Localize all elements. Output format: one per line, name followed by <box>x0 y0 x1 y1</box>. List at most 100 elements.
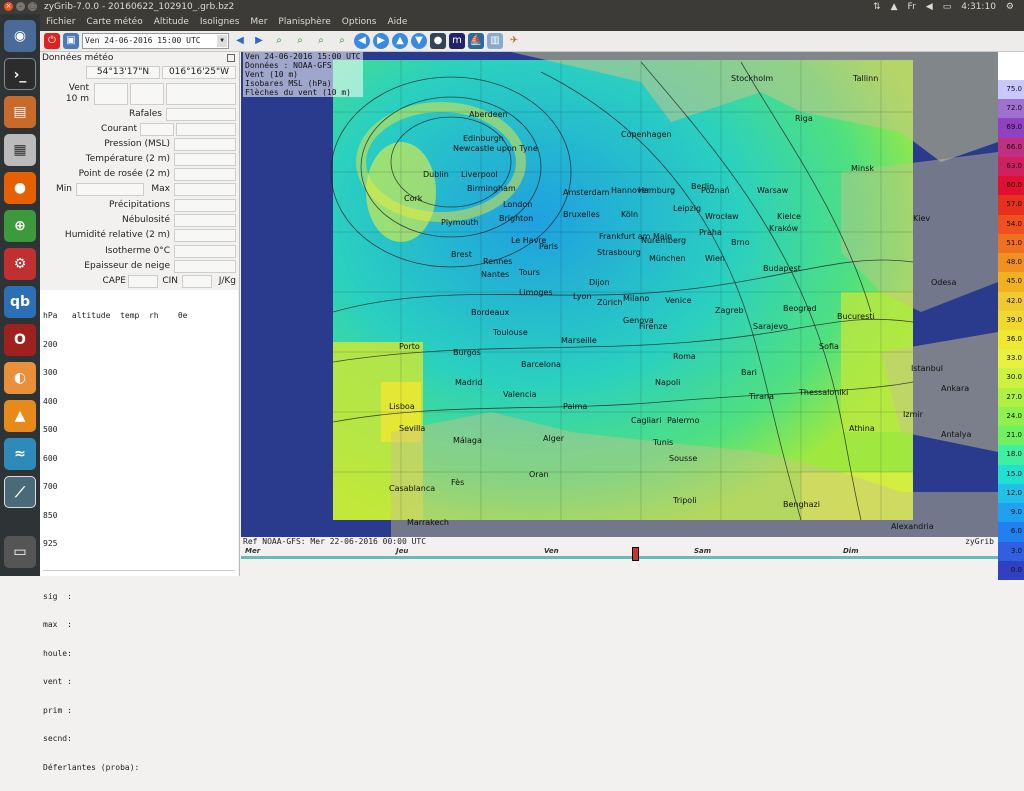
max-value <box>174 183 236 196</box>
wifi-icon[interactable]: ▲ <box>891 0 898 14</box>
zoom-out-icon[interactable]: ⌕ <box>312 33 330 49</box>
calculator-icon[interactable]: ▦ <box>4 134 36 166</box>
menu-isolignes[interactable]: Isolignes <box>200 14 240 31</box>
trash-icon[interactable]: ▭ <box>4 536 36 568</box>
clock[interactable]: 4:31:10 <box>961 0 996 14</box>
rocket-icon[interactable]: ✈ <box>506 33 522 49</box>
city-label: Leipzig <box>673 204 702 213</box>
timeline-track[interactable] <box>241 556 998 559</box>
toolbar: ⏻ ▣ Ven 24-06-2016 15:00 UTC ▼ ◀ ▶ ⌕ ⌕ ⌕ … <box>40 31 1024 52</box>
pression-label: Pression (MSL) <box>104 139 170 149</box>
network-icon[interactable]: ⊕ <box>4 210 36 242</box>
menu-aide[interactable]: Aide <box>388 14 408 31</box>
legend-value: 33.0 <box>1006 354 1022 363</box>
boat-icon[interactable]: ⛵ <box>468 33 484 49</box>
weather-map[interactable]: Ven 24-06-2016 15:00 UTC Données : NOAA-… <box>241 52 998 537</box>
city-label: Paris <box>539 242 559 251</box>
city-label: Köln <box>621 210 639 219</box>
isotherme-label: Isotherme 0°C <box>105 246 170 256</box>
legend-value: 54.0 <box>1006 219 1022 228</box>
pan-left-icon[interactable]: ◀ <box>354 33 370 49</box>
pan-right-icon[interactable]: ▶ <box>373 33 389 49</box>
keyboard-layout-icon[interactable]: Fr <box>908 0 916 14</box>
opera-icon[interactable]: O <box>4 324 36 356</box>
city-label: Rennes <box>483 257 513 266</box>
city-label: Marseille <box>561 336 597 345</box>
zoom-select-icon[interactable]: ⌕ <box>270 33 288 49</box>
maximize-icon[interactable]: □ <box>28 2 37 11</box>
pan-down-icon[interactable]: ▼ <box>411 33 427 49</box>
date-select[interactable]: Ven 24-06-2016 15:00 UTC ▼ <box>82 33 229 49</box>
menu-options[interactable]: Options <box>342 14 377 31</box>
city-label: Brest <box>451 250 472 259</box>
menu-carte-meteo[interactable]: Carte météo <box>86 14 142 31</box>
quit-icon[interactable]: ⏻ <box>44 33 60 49</box>
city-label: Budapest <box>763 264 801 273</box>
menu-fichier[interactable]: Fichier <box>46 14 75 31</box>
dolphin-icon[interactable]: ≈ <box>4 438 36 470</box>
menu-mer[interactable]: Mer <box>250 14 267 31</box>
reference-text: Ref NOAA-GFS: Mer 22-06-2016 00:00 UTC <box>243 537 427 546</box>
city-label: Poznań <box>701 186 730 195</box>
pan-up-icon[interactable]: ▲ <box>392 33 408 49</box>
panel-float-icon[interactable] <box>227 54 235 62</box>
print-icon[interactable]: ▥ <box>487 33 503 49</box>
ubuntu-dash-icon[interactable]: ◉ <box>4 20 36 52</box>
legend-value: 69.0 <box>1006 123 1022 132</box>
orange-app-icon[interactable]: ◐ <box>4 362 36 394</box>
city-label: Edinburgh <box>463 134 504 143</box>
city-label: Istanbul <box>911 364 944 373</box>
legend-step: 75.0 <box>998 80 1024 100</box>
legend-step: 6.0 <box>998 522 1024 542</box>
vlc-icon[interactable]: ▲ <box>4 400 36 432</box>
menu-planisphere[interactable]: Planisphère <box>278 14 330 31</box>
wave-row: vent : <box>43 677 72 686</box>
city-label: Barcelona <box>521 360 561 369</box>
files-icon[interactable]: ▤ <box>4 96 36 128</box>
city-label: Madrid <box>455 378 483 387</box>
profile-row: 200 <box>43 339 58 349</box>
terminal-icon[interactable]: ›_ <box>4 58 36 90</box>
minimize-icon[interactable]: – <box>16 2 25 11</box>
close-icon[interactable]: × <box>4 2 13 11</box>
city-label: Izmir <box>903 410 923 419</box>
system-tray: ⇅ ▲ Fr ◀ ▭ 4:31:10 ⚙ <box>873 0 1014 14</box>
indicator-icon[interactable]: ⇅ <box>873 0 881 14</box>
city-label: Bordeaux <box>471 308 510 317</box>
previous-date-icon[interactable]: ◀ <box>232 33 248 49</box>
zoom-in-icon[interactable]: ⌕ <box>291 33 309 49</box>
city-label: Casablanca <box>389 484 436 493</box>
timeline[interactable]: Mer Jeu Ven Sam Dim <box>241 547 998 562</box>
city-label: Brighton <box>499 214 534 223</box>
wind-dir-box <box>130 83 164 105</box>
settings-icon[interactable]: ⚙ <box>4 248 36 280</box>
zoom-all-icon[interactable]: ⌕ <box>333 33 351 49</box>
zygrib-icon[interactable]: ⟋ <box>4 476 36 508</box>
city-label: Tunis <box>653 438 674 447</box>
firefox-icon[interactable]: ● <box>4 172 36 204</box>
volume-icon[interactable]: ◀ <box>926 0 933 14</box>
legend-value: 36.0 <box>1006 335 1022 343</box>
metar-icon[interactable]: m <box>449 33 465 49</box>
vertical-profile: hPa altitude temp rh θe 200 300 400 500 … <box>40 290 238 772</box>
pression-value <box>174 138 236 151</box>
legend-step: 54.0 <box>998 214 1024 234</box>
legend-value: 48.0 <box>1006 258 1022 267</box>
city-label: Copenhagen <box>621 130 672 139</box>
city-label: Toulouse <box>493 328 528 337</box>
city-label: Porto <box>399 342 420 351</box>
legend-value: 30.0 <box>1006 373 1022 382</box>
open-file-icon[interactable]: ▣ <box>63 33 79 49</box>
globe-icon[interactable]: ● <box>430 33 446 49</box>
menu-altitude[interactable]: Altitude <box>154 14 189 31</box>
battery-icon[interactable]: ▭ <box>943 0 952 14</box>
next-date-icon[interactable]: ▶ <box>251 33 267 49</box>
timeline-handle[interactable] <box>632 547 639 561</box>
wave-row: Déferlantes (proba): <box>43 762 140 772</box>
city-label: Sevilla <box>399 424 426 433</box>
panel-title: Données météo <box>42 53 114 63</box>
qbittorrent-icon[interactable]: qb <box>4 286 36 318</box>
power-icon[interactable]: ⚙ <box>1006 0 1014 14</box>
courant-dir <box>176 123 236 136</box>
top-bar: × – □ zyGrib-7.0.0 - 20160622_102910_.gr… <box>0 0 1024 14</box>
